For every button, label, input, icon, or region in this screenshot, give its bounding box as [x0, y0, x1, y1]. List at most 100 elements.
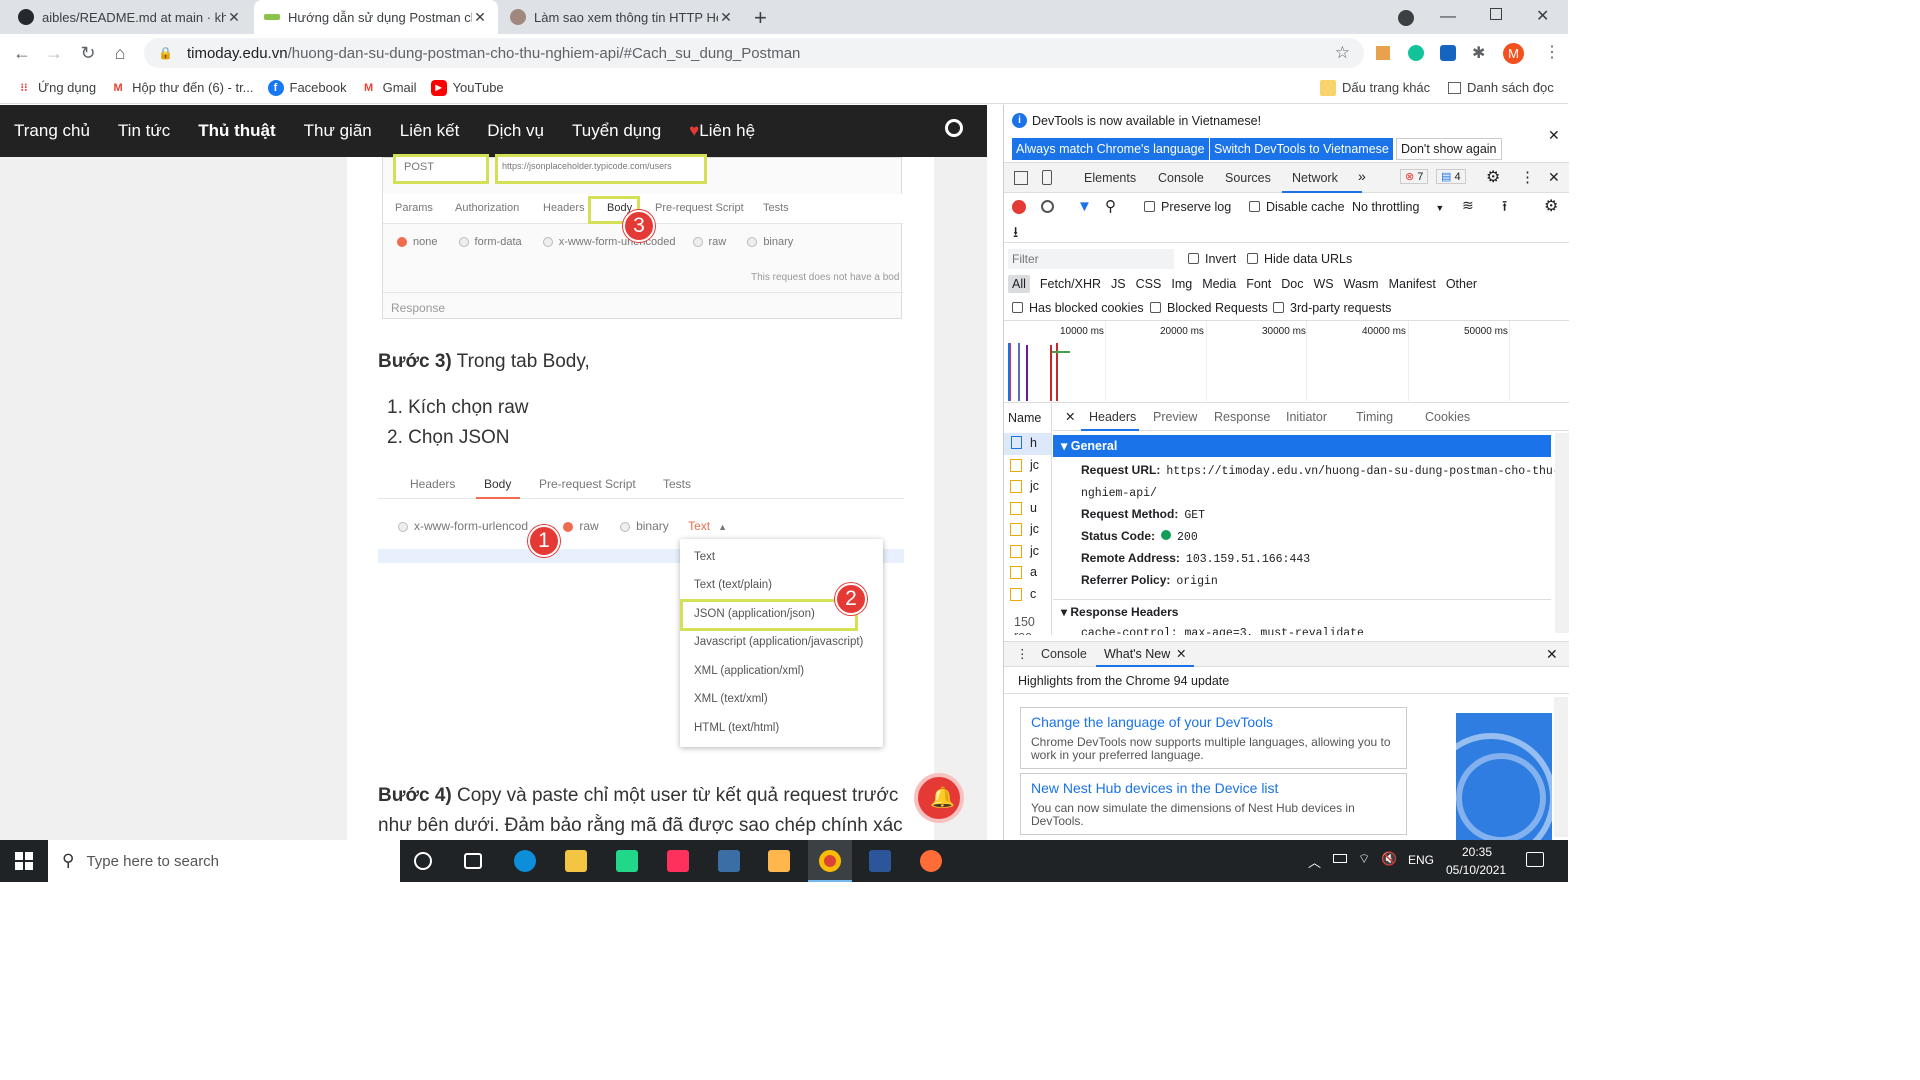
blocked-requests-checkbox[interactable]: Blocked Requests [1150, 301, 1268, 315]
bookmark-inbox[interactable]: M Hộp thư đến (6) - tr... [110, 80, 254, 96]
edge-icon[interactable] [514, 850, 536, 872]
close-banner-icon[interactable]: ✕ [1548, 127, 1560, 144]
type-media[interactable]: Media [1202, 277, 1236, 291]
settings-gear-icon[interactable]: ⚙ [1486, 167, 1500, 187]
notifications-icon[interactable] [1526, 852, 1544, 867]
devtools-menu-icon[interactable]: ⋮ [1520, 168, 1535, 186]
nav-services[interactable]: Dịch vụ [487, 121, 544, 141]
close-devtools-icon[interactable]: ✕ [1548, 169, 1560, 186]
tab-cookies[interactable]: Cookies [1425, 410, 1470, 424]
clock-date[interactable]: 05/10/2021 [1446, 863, 1506, 877]
nav-relax[interactable]: Thư giãn [304, 121, 372, 141]
drawer-tab-console[interactable]: Console [1041, 647, 1087, 661]
tab-preview[interactable]: Preview [1153, 410, 1197, 424]
error-count-badge[interactable]: ⊗ 7 [1400, 169, 1429, 184]
chrome-taskbar-button[interactable] [808, 840, 852, 882]
postman-icon[interactable] [920, 850, 942, 872]
network-conditions-icon[interactable]: ≋ [1462, 197, 1474, 214]
bookmark-facebook[interactable]: f Facebook [267, 79, 347, 96]
search-network-icon[interactable]: ⚲ [1105, 197, 1116, 215]
app-cube-icon[interactable] [768, 850, 790, 872]
tab-search-icon[interactable] [1398, 10, 1414, 26]
pycharm-icon[interactable] [616, 850, 638, 872]
general-section-header[interactable]: ▾ General [1053, 435, 1551, 457]
tab-sources[interactable]: Sources [1225, 171, 1271, 185]
grammarly-icon[interactable] [1408, 45, 1424, 61]
type-manifest[interactable]: Manifest [1389, 277, 1436, 291]
message-count-badge[interactable]: ▤ 4 [1436, 169, 1466, 184]
disable-cache-checkbox[interactable]: Disable cache [1249, 200, 1345, 214]
bookmark-apps[interactable]: ⁝⁝ Ứng dụng [16, 80, 97, 96]
tab-response[interactable]: Response [1214, 410, 1270, 424]
bookmark-gmail[interactable]: M Gmail [361, 80, 417, 96]
extension-icon[interactable] [1376, 46, 1390, 60]
intellij-icon[interactable] [667, 850, 689, 872]
task-view-icon[interactable] [464, 853, 482, 869]
tab-elements[interactable]: Elements [1084, 171, 1136, 185]
extension-j-icon[interactable] [1440, 45, 1456, 61]
dont-show-button[interactable]: Don't show again [1396, 138, 1502, 160]
close-window-icon[interactable]: ✕ [1536, 6, 1549, 26]
tab-initiator[interactable]: Initiator [1286, 410, 1327, 424]
tab-network[interactable]: Network [1292, 171, 1338, 185]
network-settings-icon[interactable]: ⚙ [1544, 196, 1558, 216]
close-whats-new-icon[interactable]: ✕ [1176, 646, 1186, 661]
restore-icon[interactable] [1490, 8, 1502, 20]
bookmark-other[interactable]: Dấu trang khác [1320, 79, 1430, 96]
browser-tab-http-headers[interactable]: Làm sao xem thông tin HTTP Hea ✕ [500, 0, 744, 34]
bookmark-youtube[interactable]: ▶ YouTube [430, 79, 504, 96]
clock-time[interactable]: 20:35 [1462, 845, 1492, 859]
nav-tips[interactable]: Thủ thuật [198, 121, 275, 141]
address-bar[interactable]: 🔒 timoday.edu.vn/huong-dan-su-dung-postm… [144, 38, 1364, 68]
match-language-button[interactable]: Always match Chrome's language [1012, 138, 1209, 160]
volume-mute-icon[interactable]: 🔇 [1381, 851, 1397, 867]
back-icon[interactable]: ← [12, 43, 32, 63]
menu-kebab-icon[interactable]: ⋮ [1544, 42, 1560, 62]
invert-checkbox[interactable]: Invert [1188, 252, 1236, 266]
search-icon[interactable] [945, 119, 963, 137]
device-toolbar-icon[interactable] [1042, 170, 1052, 185]
blocked-cookies-checkbox[interactable]: Has blocked cookies [1012, 301, 1144, 315]
battery-icon[interactable] [1333, 854, 1347, 863]
network-overview[interactable]: 10000 ms 20000 ms 30000 ms 40000 ms 5000… [1004, 321, 1569, 403]
word-icon[interactable] [869, 850, 891, 872]
close-tab-icon[interactable]: ✕ [226, 9, 242, 26]
drawer-menu-icon[interactable]: ⋮ [1016, 646, 1029, 661]
nav-links[interactable]: Liên kết [400, 121, 460, 141]
close-tab-icon[interactable]: ✕ [472, 9, 488, 26]
filter-input[interactable] [1008, 249, 1174, 269]
clear-icon[interactable] [1041, 200, 1054, 213]
nav-news[interactable]: Tin tức [118, 121, 170, 141]
type-ws[interactable]: WS [1313, 277, 1333, 291]
more-panels-icon[interactable]: » [1358, 168, 1366, 184]
filter-icon[interactable]: ▼ [1077, 198, 1092, 215]
file-explorer-icon[interactable] [565, 850, 587, 872]
reload-icon[interactable]: ↻ [78, 43, 98, 63]
forward-icon[interactable]: → [44, 43, 64, 63]
type-wasm[interactable]: Wasm [1344, 277, 1379, 291]
tab-timing[interactable]: Timing [1356, 410, 1393, 424]
whats-new-card-nest-hub[interactable]: New Nest Hub devices in the Device list … [1020, 773, 1407, 835]
nav-home[interactable]: Trang chủ [14, 121, 90, 141]
taskbar-search-box[interactable]: ⚲ Type here to search [48, 840, 400, 882]
close-drawer-icon[interactable]: ✕ [1546, 646, 1558, 663]
cortana-icon[interactable] [414, 852, 432, 870]
third-party-checkbox[interactable]: 3rd-party requests [1273, 301, 1391, 315]
throttling-select[interactable]: No throttling ▼ [1352, 200, 1444, 214]
drawer-scrollbar[interactable] [1554, 697, 1568, 837]
type-other[interactable]: Other [1446, 277, 1477, 291]
network-icon[interactable]: ⌔ [1358, 851, 1370, 867]
drawer-tab-whats-new[interactable]: What's New [1104, 647, 1170, 661]
type-font[interactable]: Font [1246, 277, 1271, 291]
details-scrollbar[interactable] [1555, 433, 1569, 633]
puzzle-icon[interactable]: ✱ [1472, 43, 1485, 63]
profile-avatar[interactable]: M [1503, 43, 1524, 64]
hide-data-urls-checkbox[interactable]: Hide data URLs [1247, 252, 1352, 266]
browser-tab-postman-guide[interactable]: Hướng dẫn sử dụng Postman ch ✕ [254, 0, 498, 34]
new-tab-button[interactable]: + [754, 5, 767, 31]
close-tab-icon[interactable]: ✕ [718, 9, 734, 26]
app-icon[interactable] [718, 850, 740, 872]
inspect-icon[interactable] [1014, 171, 1028, 185]
type-css[interactable]: CSS [1136, 277, 1162, 291]
language-indicator[interactable]: ENG [1408, 853, 1434, 867]
